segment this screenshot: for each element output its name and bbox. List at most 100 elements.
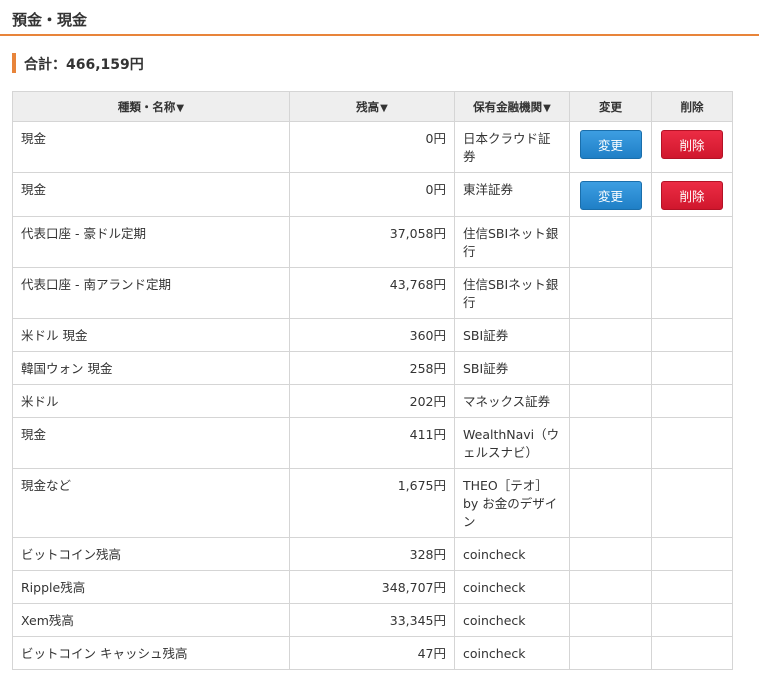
table-row: 現金など 1,675円 THEO［テオ］by お金のデザイン [12,468,733,538]
table-row: Ripple残高 348,707円 coincheck [12,570,733,604]
edit-cell [569,537,652,571]
delete-cell [651,384,733,418]
delete-cell [651,417,733,469]
asset-name: ビットコイン残高 [12,537,290,571]
asset-balance: 33,345円 [289,603,455,637]
delete-cell [651,636,733,670]
header-label: 保有金融機関 [473,99,543,114]
asset-balance: 328円 [289,537,455,571]
assets-table: 種類・名称▼ 残高▼ 保有金融機関▼ 変更 削除 現金 0円 日本クラウド証券 変更 削除 現金 0… [12,91,733,670]
delete-cell: 削除 [651,121,733,173]
asset-institution: coincheck [454,570,570,604]
assets-table-wrapper: 種類・名称▼ 残高▼ 保有金融機関▼ 変更 削除 現金 0円 日本クラウド証券 変更 削除 現金 0… [12,91,733,670]
asset-balance: 258円 [289,351,455,385]
delete-cell [651,603,733,637]
edit-cell [569,468,652,538]
edit-cell [569,570,652,604]
header-balance[interactable]: 残高▼ [289,91,455,122]
asset-name: 米ドル 現金 [12,318,290,352]
delete-cell [651,216,733,268]
table-row: 現金 411円 WealthNavi（ウェルスナビ） [12,417,733,469]
asset-balance: 411円 [289,417,455,469]
table-row: 代表口座 - 豪ドル定期 37,058円 住信SBIネット銀行 [12,216,733,268]
header-label: 削除 [680,99,704,114]
asset-institution: coincheck [454,537,570,571]
edit-cell: 変更 [569,121,652,173]
asset-balance: 43,768円 [289,267,455,319]
edit-cell [569,636,652,670]
asset-balance: 202円 [289,384,455,418]
header-label: 変更 [599,99,622,114]
table-row: 米ドル 202円 マネックス証券 [12,384,733,418]
edit-cell [569,318,652,352]
table-row: ビットコイン残高 328円 coincheck [12,537,733,571]
header-institution[interactable]: 保有金融機関▼ [454,91,570,122]
table-row: Xem残高 33,345円 coincheck [12,603,733,637]
table-row: 韓国ウォン 現金 258円 SBI証券 [12,351,733,385]
asset-balance: 0円 [289,172,455,217]
header-edit: 変更 [569,91,652,122]
delete-button[interactable]: 削除 [661,130,723,159]
asset-name: 米ドル [12,384,290,418]
table-header-row: 種類・名称▼ 残高▼ 保有金融機関▼ 変更 削除 [12,91,733,122]
header-name[interactable]: 種類・名称▼ [12,91,290,122]
delete-cell [651,318,733,352]
sort-down-icon[interactable]: ▼ [543,103,551,114]
asset-institution: THEO［テオ］by お金のデザイン [454,468,570,538]
header-label: 残高 [356,99,380,114]
asset-name: Xem残高 [12,603,290,637]
delete-cell: 削除 [651,172,733,217]
asset-name: 代表口座 - 豪ドル定期 [12,216,290,268]
table-row: 米ドル 現金 360円 SBI証券 [12,318,733,352]
asset-name: 現金 [12,121,290,173]
table-row: 現金 0円 日本クラウド証券 変更 削除 [12,121,733,173]
asset-name: 代表口座 - 南アランド定期 [12,267,290,319]
asset-institution: 東洋証券 [454,172,570,217]
asset-balance: 360円 [289,318,455,352]
asset-balance: 37,058円 [289,216,455,268]
total-accent-bar [12,53,16,73]
edit-cell [569,384,652,418]
asset-institution: coincheck [454,603,570,637]
asset-institution: 住信SBIネット銀行 [454,216,570,268]
sort-down-icon[interactable]: ▼ [176,103,184,114]
asset-name: 韓国ウォン 現金 [12,351,290,385]
delete-cell [651,468,733,538]
total-summary: 合計：466,159円 [0,50,759,86]
page-header: 預金・現金 [0,0,759,36]
asset-name: Ripple残高 [12,570,290,604]
edit-cell [569,351,652,385]
asset-balance: 348,707円 [289,570,455,604]
delete-cell [651,570,733,604]
asset-name: 現金 [12,417,290,469]
edit-cell: 変更 [569,172,652,217]
sort-down-icon[interactable]: ▼ [380,103,388,114]
asset-institution: SBI証券 [454,318,570,352]
delete-cell [651,537,733,571]
asset-institution: SBI証券 [454,351,570,385]
header-delete: 削除 [651,91,733,122]
asset-institution: coincheck [454,636,570,670]
edit-cell [569,267,652,319]
table-row: ビットコイン キャッシュ残高 47円 coincheck [12,636,733,670]
asset-name: ビットコイン キャッシュ残高 [12,636,290,670]
delete-cell [651,267,733,319]
delete-cell [651,351,733,385]
asset-balance: 0円 [289,121,455,173]
edit-cell [569,603,652,637]
asset-institution: マネックス証券 [454,384,570,418]
total-amount: 合計：466,159円 [24,57,144,73]
asset-institution: 住信SBIネット銀行 [454,267,570,319]
edit-button[interactable]: 変更 [579,181,642,210]
edit-cell [569,417,652,469]
asset-balance: 1,675円 [289,468,455,538]
table-row: 代表口座 - 南アランド定期 43,768円 住信SBIネット銀行 [12,267,733,319]
delete-button[interactable]: 削除 [661,181,723,210]
asset-institution: WealthNavi（ウェルスナビ） [454,417,570,469]
asset-name: 現金など [12,468,290,538]
page-title: 預金・現金 [12,11,88,29]
asset-institution: 日本クラウド証券 [454,121,570,173]
asset-balance: 47円 [289,636,455,670]
table-row: 現金 0円 東洋証券 変更 削除 [12,172,733,217]
edit-button[interactable]: 変更 [579,130,642,159]
